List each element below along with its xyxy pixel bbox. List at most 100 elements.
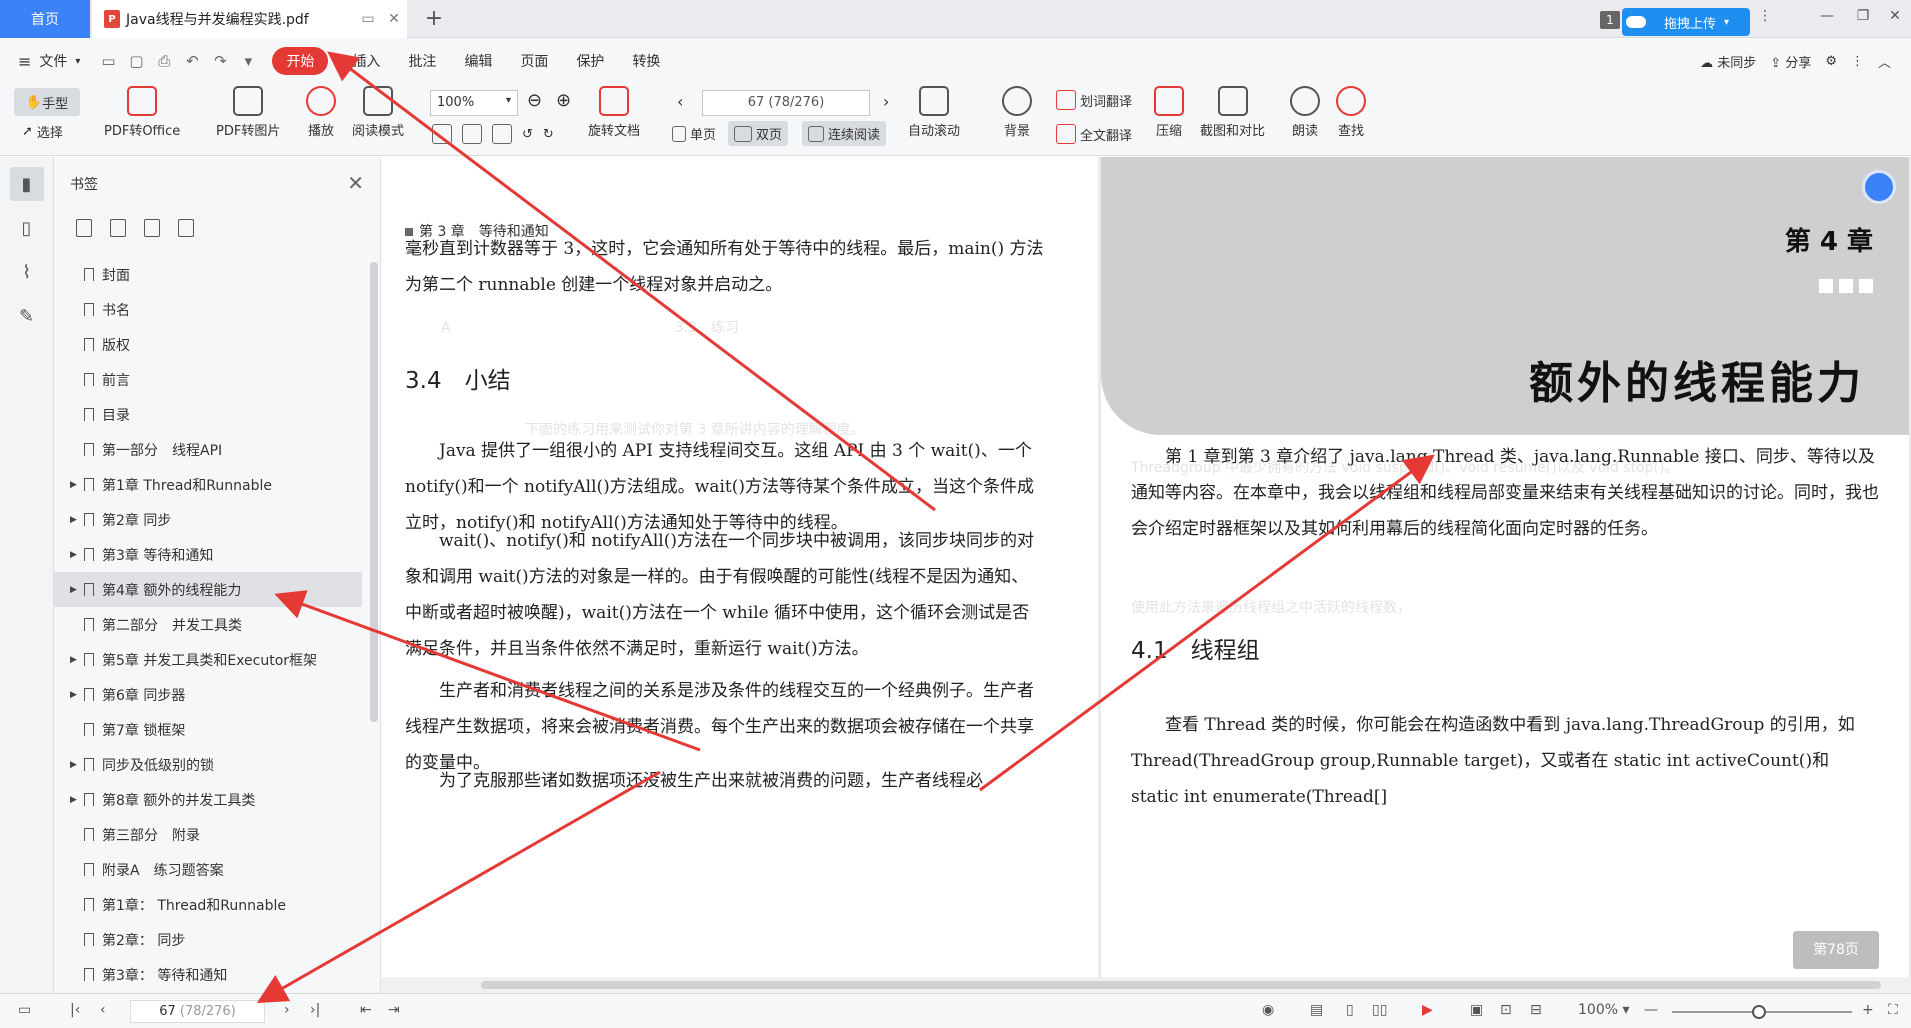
eye-icon[interactable]: ◉ — [1262, 1002, 1274, 1018]
tab-screen-icon[interactable]: ▭ — [355, 11, 381, 27]
pdf-to-office-button[interactable]: PDF转Office — [104, 86, 180, 139]
back-icon[interactable]: ⇤ — [360, 1002, 372, 1018]
document-view[interactable]: A 3.3 练习 下面的练习用来测试你对第 3 章所讲内容的理解程度。 第 3 … — [381, 157, 1911, 977]
bookmark-item[interactable]: ▶ 第8章 额外的并发工具类 — [54, 782, 380, 817]
collapse-ribbon-icon[interactable]: ︿ — [1878, 52, 1891, 71]
read-mode-button[interactable]: 阅读模式 — [352, 86, 404, 139]
bookmark-item[interactable]: ▶ 第1章 Thread和Runnable — [54, 467, 380, 502]
more-icon[interactable]: ⋮ — [1851, 54, 1864, 69]
first-page-icon[interactable]: |‹ — [70, 1002, 80, 1018]
bookmark-item[interactable]: 第二部分 并发工具类 — [54, 607, 380, 642]
word-translate-button[interactable]: 划词翻译 — [1056, 90, 1132, 110]
bookmark-item[interactable]: ▶ 第5章 并发工具类和Executor框架 — [54, 642, 380, 677]
play-icon[interactable]: ▶ — [1422, 1002, 1433, 1018]
quick-access-caret-icon[interactable]: ▾ — [234, 52, 262, 70]
actual-size-icon[interactable]: ▣ — [1470, 1002, 1483, 1018]
expand-arrow-icon[interactable]: ▶ — [70, 515, 77, 525]
fit-width-icon[interactable]: ⊟ — [1530, 1002, 1542, 1018]
scrollbar-thumb[interactable] — [481, 981, 1881, 989]
bookmark-item[interactable]: ▶ 第4章 额外的线程能力 — [54, 572, 362, 607]
more-vertical-icon[interactable]: ⋮ — [1750, 8, 1780, 30]
hand-tool-button[interactable]: ✋ 手型 — [14, 88, 80, 116]
rotate-right-icon[interactable]: ↻ — [543, 127, 554, 142]
attachment-icon[interactable]: ⌇ — [10, 255, 44, 289]
sidebar-toggle-icon[interactable]: ▭ — [18, 1002, 31, 1018]
tab-insert[interactable]: 插入 — [338, 46, 394, 76]
tab-convert[interactable]: 转换 — [618, 46, 674, 76]
tab-start[interactable]: 开始 — [272, 47, 329, 75]
bookmark-item[interactable]: 第3章： 等待和通知 — [54, 957, 380, 992]
expand-arrow-icon[interactable]: ▶ — [70, 480, 77, 490]
next-page-icon[interactable]: › — [883, 92, 889, 111]
open-folder-icon[interactable]: ▭ — [94, 52, 122, 70]
fullscreen-icon[interactable]: ⛶ — [1888, 1002, 1898, 1018]
bookmark-item[interactable]: 第三部分 附录 — [54, 817, 380, 852]
bookmark-item[interactable]: 封面 — [54, 257, 380, 292]
bookmark-item[interactable]: ▶ 第2章 同步 — [54, 502, 380, 537]
new-tab-button[interactable]: + — [420, 5, 448, 33]
tab-annotate[interactable]: 批注 — [394, 46, 450, 76]
bookmark-item[interactable]: 目录 — [54, 397, 380, 432]
screenshot-compare-button[interactable]: 截图和对比 — [1200, 86, 1265, 139]
single-view-icon[interactable]: ▯ — [1346, 1002, 1354, 1018]
tab-document[interactable]: P Java线程与并发编程实践.pdf ▭ ✕ — [92, 0, 407, 38]
expand-arrow-icon[interactable]: ▶ — [70, 760, 77, 770]
bookmark-item[interactable]: ▶ 第6章 同步器 — [54, 677, 380, 712]
double-page-button[interactable]: 双页 — [728, 121, 789, 146]
fit-page-icon[interactable]: ⊡ — [1500, 1002, 1512, 1018]
page-input[interactable]: 67 (78/276) — [702, 90, 870, 116]
share-button[interactable]: ⇪ 分享 — [1770, 52, 1811, 71]
thumbnail-panel-icon[interactable]: ▯ — [10, 211, 44, 245]
fit-width-icon[interactable] — [492, 124, 512, 144]
last-page-icon[interactable]: ›| — [310, 1002, 320, 1018]
rotate-document-button[interactable]: 旋转文档 — [588, 86, 640, 139]
add-bookmark-icon[interactable] — [144, 219, 160, 237]
zoom-slider-knob[interactable] — [1752, 1005, 1766, 1019]
minimize-icon[interactable]: — — [1812, 8, 1842, 30]
expand-arrow-icon[interactable]: ▶ — [70, 585, 77, 595]
bookmark-item[interactable]: 第7章 锁框架 — [54, 712, 380, 747]
zoom-slider[interactable] — [1672, 1005, 1852, 1019]
expand-all-icon[interactable] — [76, 219, 92, 237]
bookmark-item[interactable]: 第一部分 线程API — [54, 432, 380, 467]
upload-button[interactable]: 拖拽上传 ▾ — [1622, 8, 1750, 36]
single-page-button[interactable]: 单页 — [672, 124, 716, 143]
background-button[interactable]: 背景 — [1002, 86, 1032, 139]
bookmark-item[interactable]: 第1章： Thread和Runnable — [54, 887, 380, 922]
bookmark-item[interactable]: 版权 — [54, 327, 380, 362]
zoom-in-icon[interactable]: + — [1862, 1002, 1874, 1018]
undo-icon[interactable]: ↶ — [178, 52, 206, 70]
close-window-icon[interactable]: ✕ — [1880, 8, 1910, 30]
remove-bookmark-icon[interactable] — [178, 219, 194, 237]
continuous-view-icon[interactable]: ▤ — [1310, 1002, 1323, 1018]
rotate-left-icon[interactable]: ↺ — [522, 127, 533, 142]
read-aloud-button[interactable]: 朗读 — [1290, 86, 1320, 139]
signature-icon[interactable]: ✎ — [10, 299, 44, 333]
double-view-icon[interactable]: ▯▯ — [1372, 1002, 1387, 1018]
play-button[interactable]: 播放 — [306, 86, 336, 139]
restore-icon[interactable]: ❐ — [1848, 8, 1878, 30]
compress-button[interactable]: 压缩 — [1154, 86, 1184, 139]
tab-close-icon[interactable]: ✕ — [381, 11, 407, 27]
status-page-input[interactable]: 67 (78/276) — [130, 1000, 265, 1023]
full-translate-button[interactable]: 全文翻译 — [1056, 124, 1132, 144]
prev-page-icon[interactable]: ‹ — [677, 92, 683, 111]
zoom-out-icon[interactable]: — — [1644, 1002, 1658, 1018]
zoom-in-icon[interactable]: ⊕ — [556, 90, 571, 111]
close-icon[interactable]: ✕ — [347, 171, 364, 195]
search-button[interactable]: 查找 — [1336, 86, 1366, 139]
bookmark-item[interactable]: 书名 — [54, 292, 380, 327]
bookmark-item[interactable]: ▶ 同步及低级别的锁 — [54, 747, 380, 782]
bookmark-scrollbar[interactable] — [370, 262, 378, 722]
expand-arrow-icon[interactable]: ▶ — [70, 655, 77, 665]
save-icon[interactable]: ▢ — [122, 52, 150, 70]
tab-protect[interactable]: 保护 — [562, 46, 618, 76]
floating-tool-button[interactable] — [1862, 170, 1896, 204]
bookmark-panel-icon[interactable]: ▮ — [9, 167, 44, 201]
auto-scroll-button[interactable]: 自动滚动 — [908, 86, 960, 139]
expand-arrow-icon[interactable]: ▶ — [70, 550, 77, 560]
bookmark-item[interactable]: 前言 — [54, 362, 380, 397]
prev-page-icon[interactable]: ‹ — [100, 1002, 106, 1018]
zoom-out-icon[interactable]: ⊖ — [527, 90, 542, 111]
redo-icon[interactable]: ↷ — [206, 52, 234, 70]
